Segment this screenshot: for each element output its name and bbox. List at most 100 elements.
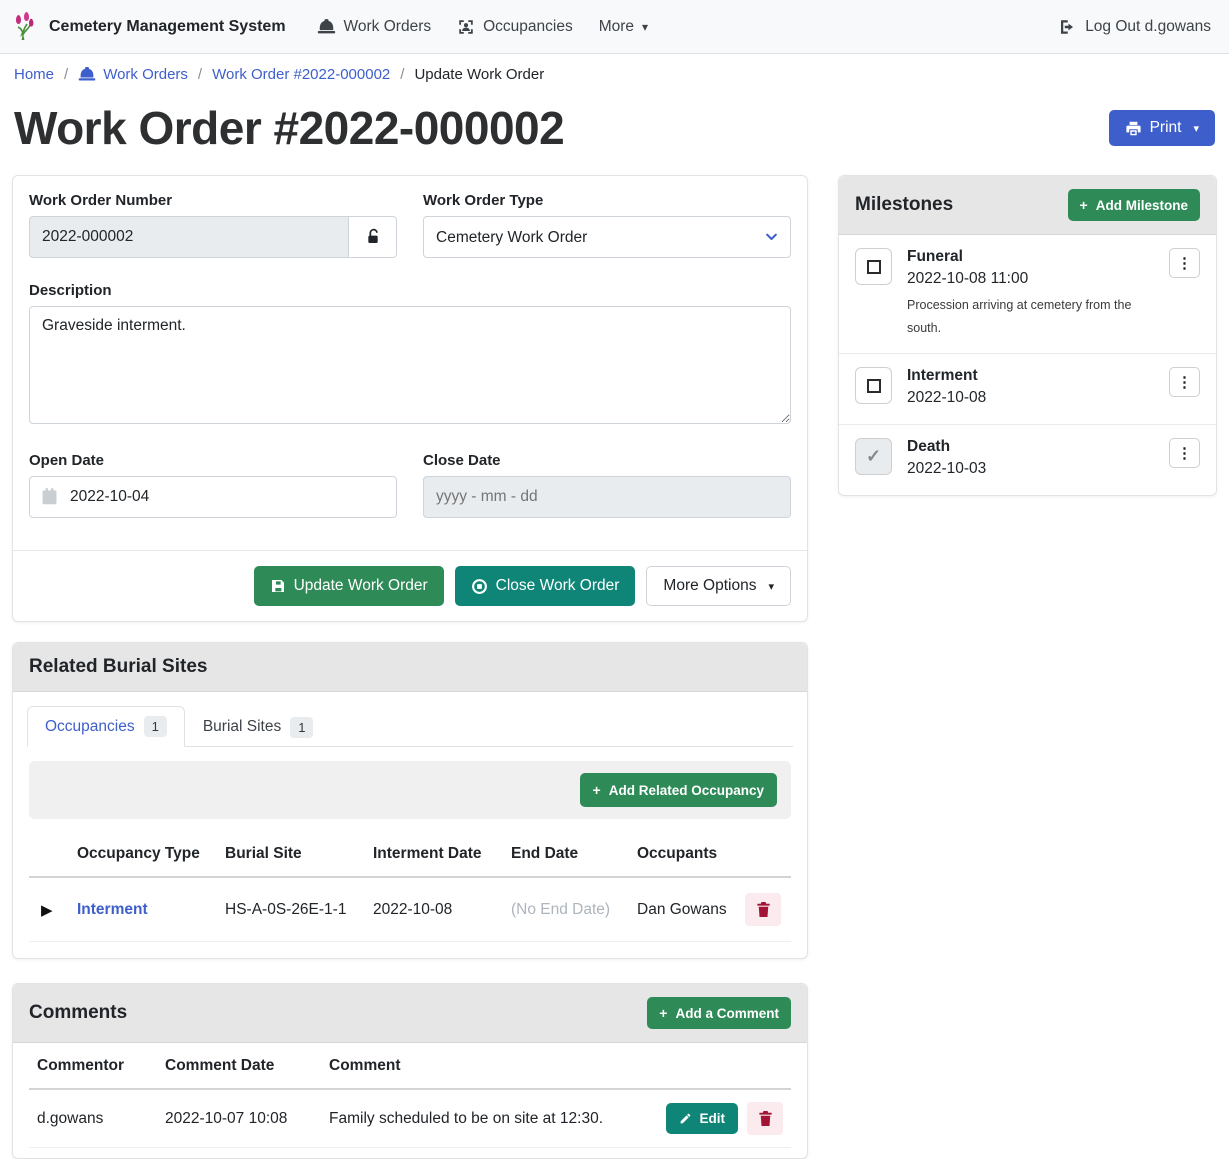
nav-occupancies[interactable]: Occupancies (444, 10, 586, 44)
col-actions (737, 833, 791, 877)
milestone-body: Funeral 2022-10-08 11:00 Procession arri… (892, 248, 1169, 340)
close-work-order-button[interactable]: Close Work Order (455, 566, 636, 606)
tab-burial-sites[interactable]: Burial Sites 1 (185, 706, 332, 747)
tulip-logo-icon (14, 12, 40, 42)
chevron-down-icon: ▾ (1193, 122, 1199, 135)
work-order-number-field: Work Order Number (29, 192, 397, 258)
kebab-menu-icon: ⋮ (1177, 254, 1192, 272)
breadcrumb-home[interactable]: Home (14, 66, 54, 83)
milestone-checkbox[interactable] (855, 248, 892, 285)
description-label: Description (29, 282, 791, 299)
nav-occupancies-label: Occupancies (483, 18, 573, 36)
breadcrumb-separator: / (198, 66, 202, 83)
print-label: Print (1150, 119, 1182, 137)
close-date-input (423, 476, 791, 518)
col-comment-date: Comment Date (157, 1045, 321, 1089)
tab-occupancies[interactable]: Occupancies 1 (27, 706, 185, 747)
occupancies-tab-pane: + Add Related Occupancy Occupancy Type B… (13, 747, 807, 958)
milestone-date: 2022-10-08 (907, 389, 1157, 407)
work-order-form-card: Work Order Number (12, 175, 808, 622)
breadcrumb-work-order-number[interactable]: Work Order #2022-000002 (212, 66, 390, 83)
more-options-button[interactable]: More Options ▾ (646, 566, 791, 606)
milestone-menu-button[interactable]: ⋮ (1169, 438, 1200, 468)
work-order-type-select[interactable]: Cemetery Work Order (423, 216, 791, 258)
occupancies-table: Occupancy Type Burial Site Interment Dat… (29, 833, 791, 942)
logout-icon (1058, 18, 1076, 36)
add-related-occupancy-button[interactable]: + Add Related Occupancy (580, 773, 777, 807)
work-order-type-field: Work Order Type Cemetery Work Order (423, 192, 791, 258)
update-work-order-button[interactable]: Update Work Order (254, 566, 444, 606)
milestones-card: Milestones + Add Milestone Funeral 2022-… (838, 175, 1217, 496)
expand-row-button[interactable]: ▶ (37, 899, 57, 921)
occupancy-type-link[interactable]: Interment (69, 877, 217, 942)
description-field: Description Graveside interment. (29, 282, 791, 428)
breadcrumb-current: Update Work Order (414, 66, 544, 83)
milestone-body: Interment 2022-10-08 (892, 367, 1169, 411)
edit-comment-label: Edit (700, 1111, 726, 1126)
nav-more[interactable]: More ▾ (586, 10, 661, 44)
expand-column-header (29, 833, 69, 877)
brand[interactable]: Cemetery Management System (14, 12, 286, 42)
comment-row: d.gowans 2022-10-07 10:08 Family schedul… (29, 1089, 791, 1148)
related-burial-sites-card: Related Burial Sites Occupancies 1 Buria… (12, 642, 808, 959)
unlock-icon (365, 228, 381, 246)
comments-table-header-row: Commentor Comment Date Comment (29, 1045, 791, 1089)
add-milestone-button[interactable]: + Add Milestone (1068, 189, 1200, 221)
milestone-row-death: ✓ Death 2022-10-03 ⋮ (839, 425, 1216, 495)
nav-work-orders[interactable]: Work Orders (304, 10, 445, 44)
work-order-type-label: Work Order Type (423, 192, 791, 209)
milestone-row-interment: Interment 2022-10-08 ⋮ (839, 354, 1216, 425)
milestone-title: Interment (907, 367, 1157, 385)
work-order-number-label: Work Order Number (29, 192, 397, 209)
open-date-input[interactable] (29, 476, 397, 518)
lock-toggle-button[interactable] (349, 216, 397, 258)
open-date-label: Open Date (29, 452, 397, 469)
check-icon: ✓ (866, 446, 881, 467)
calendar-icon (41, 487, 58, 506)
tab-occupancies-count-badge: 1 (144, 716, 167, 737)
print-button[interactable]: Print ▾ (1109, 110, 1215, 146)
milestones-title: Milestones (855, 194, 953, 216)
end-date-cell: (No End Date) (503, 877, 629, 942)
milestone-checkbox[interactable] (855, 367, 892, 404)
expand-play-icon: ▶ (41, 902, 53, 919)
delete-comment-button[interactable] (747, 1102, 783, 1135)
milestone-date: 2022-10-08 11:00 (907, 270, 1157, 288)
save-icon (270, 578, 286, 594)
nav-more-label: More (599, 18, 634, 36)
close-date-label: Close Date (423, 452, 791, 469)
comments-header: Comments + Add a Comment (13, 984, 807, 1043)
tab-burial-sites-count-badge: 1 (290, 717, 313, 738)
pencil-icon (679, 1112, 692, 1125)
close-work-order-label: Close Work Order (496, 577, 620, 595)
top-navbar: Cemetery Management System Work Orders (0, 0, 1229, 54)
breadcrumb-work-orders[interactable]: Work Orders (78, 66, 188, 83)
col-occupancy-type: Occupancy Type (69, 833, 217, 877)
add-comment-label: Add a Comment (675, 1006, 779, 1021)
edit-comment-button[interactable]: Edit (666, 1103, 739, 1134)
milestone-menu-button[interactable]: ⋮ (1169, 367, 1200, 397)
main-column: Work Order Number (12, 175, 808, 1159)
comments-body: Commentor Comment Date Comment d.gowans … (13, 1043, 807, 1158)
main-layout: Work Order Number (0, 175, 1229, 1159)
milestone-checkbox-checked[interactable]: ✓ (855, 438, 892, 475)
milestone-title: Death (907, 438, 1157, 456)
add-related-occupancy-label: Add Related Occupancy (609, 783, 764, 798)
milestone-body: Death 2022-10-03 (892, 438, 1169, 482)
title-row: Work Order #2022-000002 Print ▾ (0, 93, 1229, 159)
col-commentor: Commentor (29, 1045, 157, 1089)
milestone-title: Funeral (907, 248, 1157, 266)
milestone-menu-button[interactable]: ⋮ (1169, 248, 1200, 278)
add-comment-button[interactable]: + Add a Comment (647, 997, 791, 1029)
occupants-cell: Dan Gowans (629, 877, 737, 942)
add-milestone-label: Add Milestone (1096, 198, 1188, 213)
stop-circle-icon (471, 578, 488, 595)
delete-occupancy-button[interactable] (745, 893, 781, 926)
kebab-menu-icon: ⋮ (1177, 373, 1192, 391)
logout-button[interactable]: Log Out d.gowans (1054, 10, 1215, 44)
close-date-field: Close Date (423, 452, 791, 518)
plus-icon: + (659, 1005, 667, 1021)
burial-site-cell: HS-A-0S-26E-1-1 (217, 877, 365, 942)
occupancy-row: ▶ Interment HS-A-0S-26E-1-1 2022-10-08 (… (29, 877, 791, 942)
description-textarea[interactable]: Graveside interment. (29, 306, 791, 424)
